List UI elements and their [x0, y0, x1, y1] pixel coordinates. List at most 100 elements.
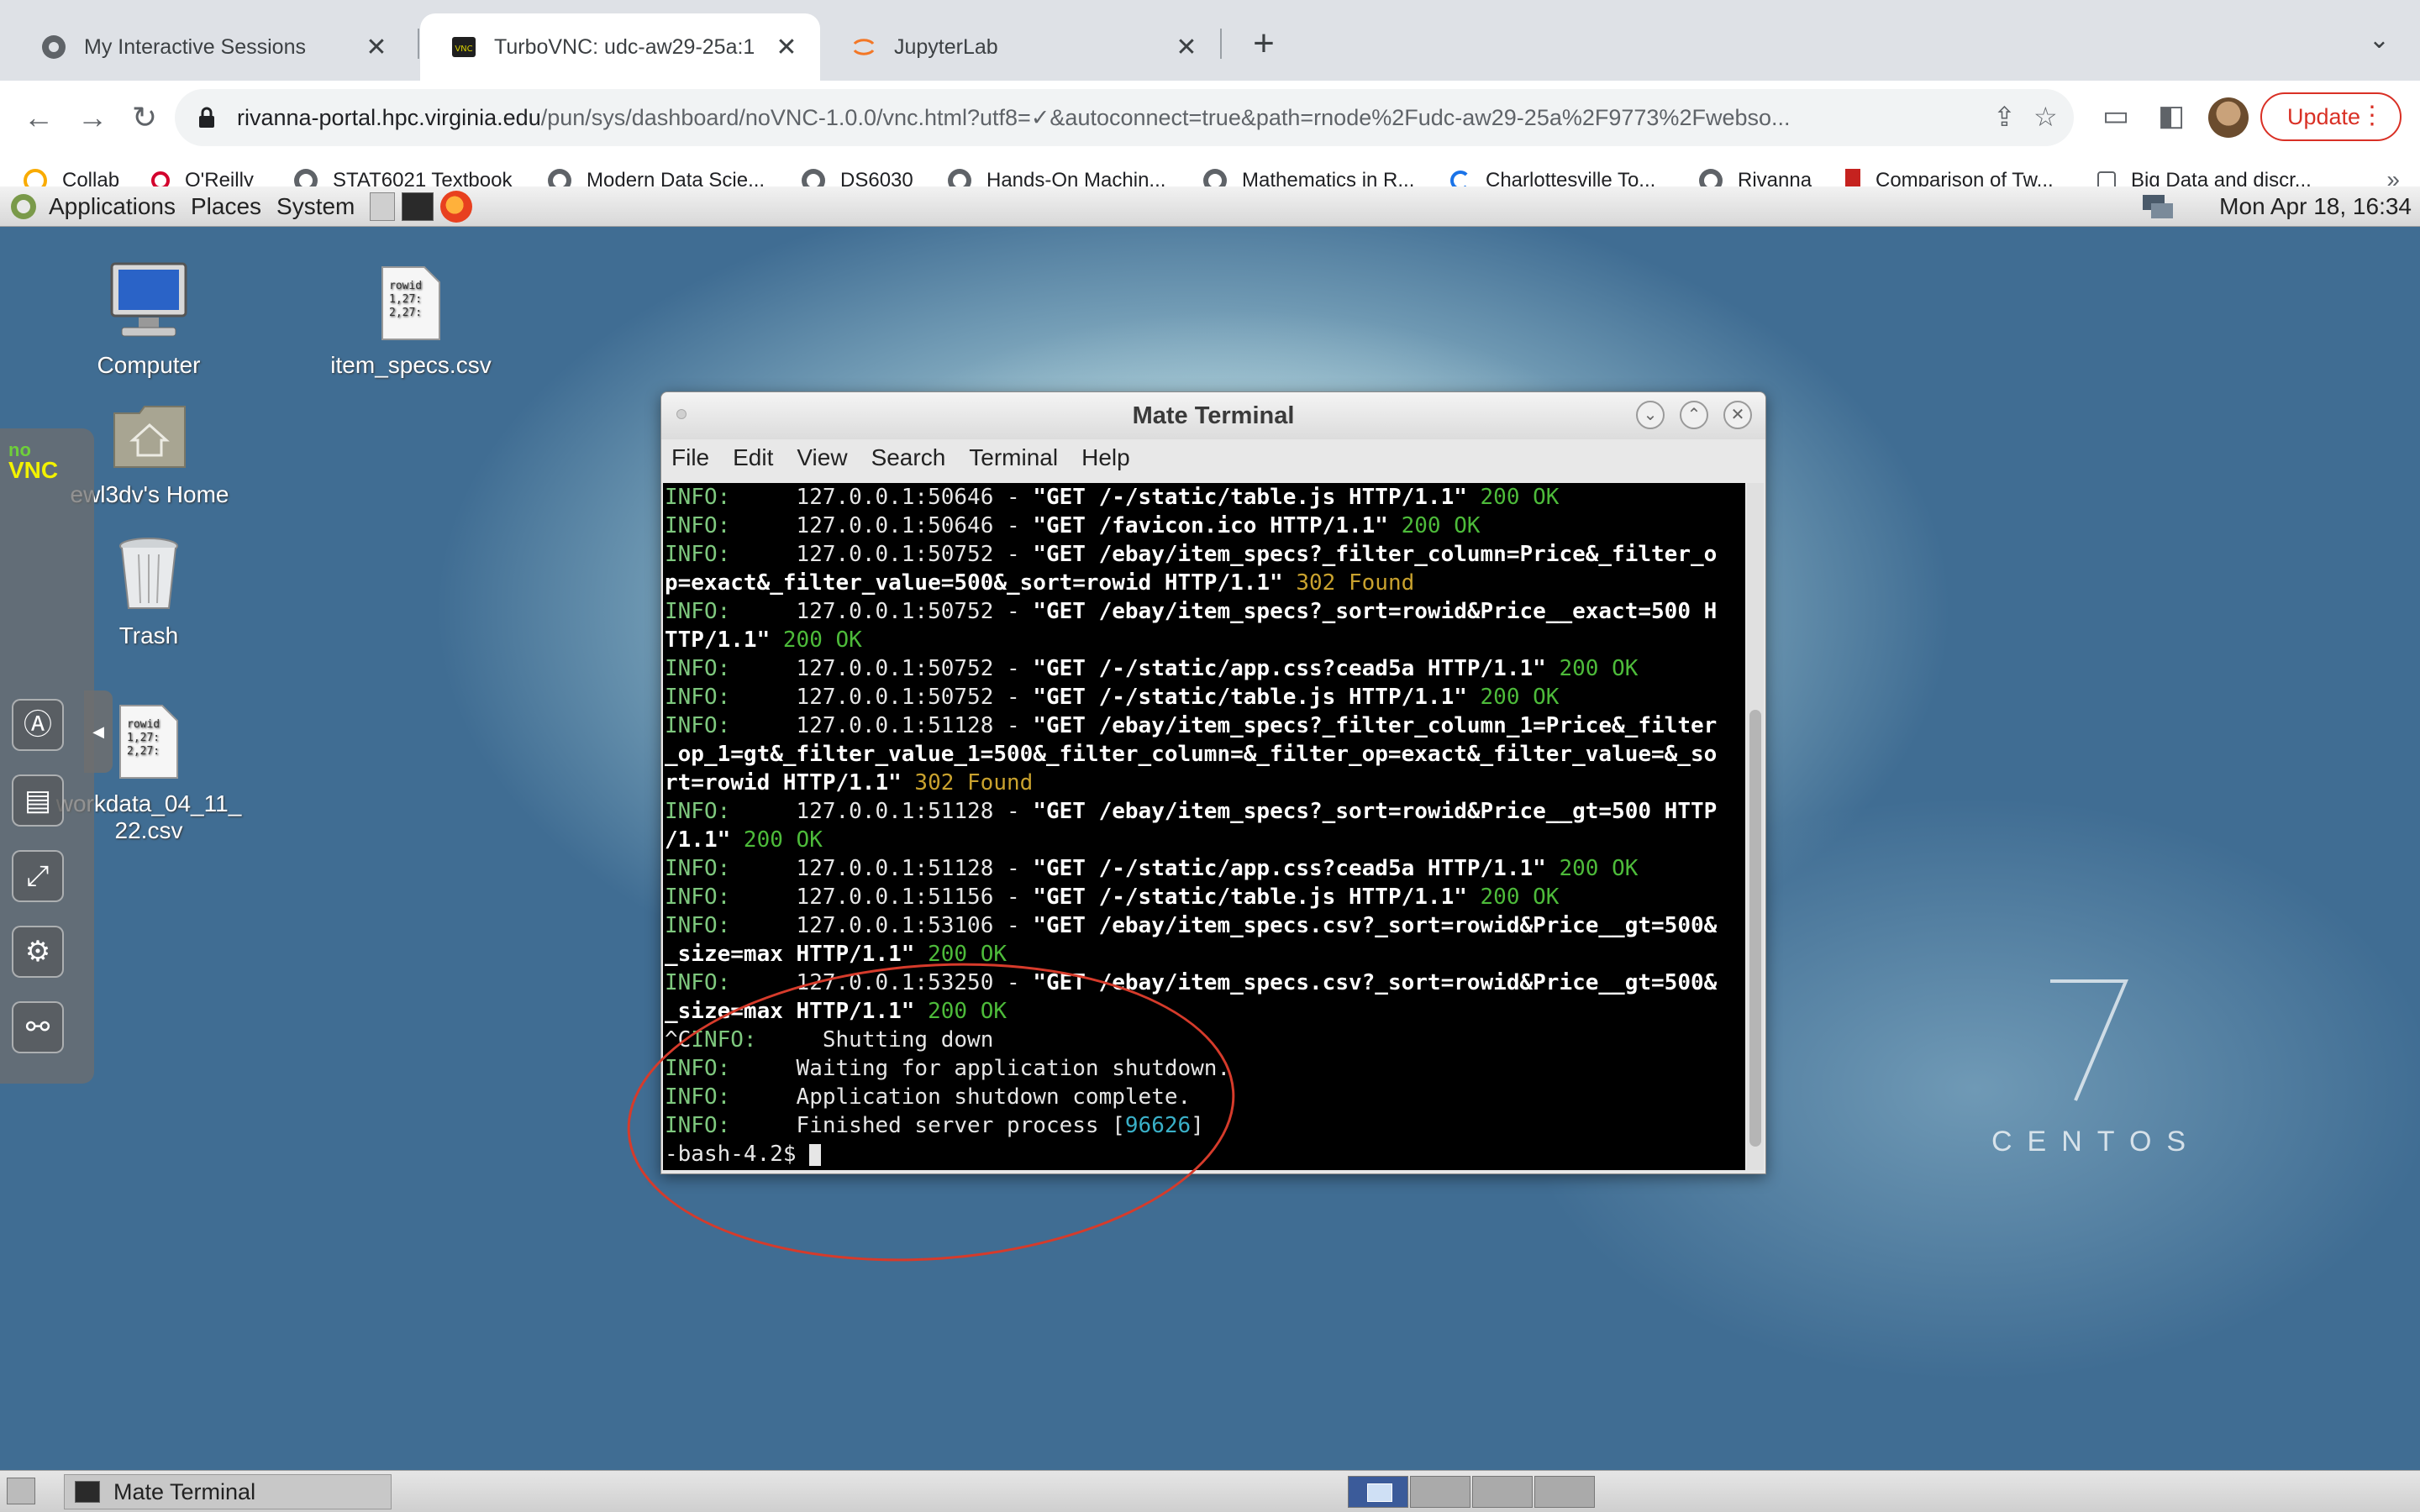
fullscreen-icon[interactable]: ⤢: [12, 850, 64, 902]
keyboard-icon[interactable]: Ⓐ: [12, 699, 64, 751]
desktop-icon-trash[interactable]: Trash: [77, 534, 220, 649]
panel-menu-applications[interactable]: Applications: [49, 193, 176, 220]
terminal-text: 127.0.0.1:50752 -: [730, 656, 1034, 681]
close-icon[interactable]: ✕: [773, 33, 800, 62]
scrollbar-thumb[interactable]: [1749, 710, 1761, 1147]
disconnect-icon[interactable]: ⚯: [12, 1001, 64, 1053]
terminal-text: INFO:: [665, 542, 731, 567]
panel-menu-system[interactable]: System: [276, 193, 355, 220]
terminal-text: 127.0.0.1:51128 -: [730, 856, 1034, 881]
reload-icon[interactable]: ↻: [123, 96, 166, 139]
avatar[interactable]: [2208, 97, 2249, 138]
mate-logo-icon[interactable]: [8, 192, 39, 222]
terminal-line: INFO: 127.0.0.1:51128 - "GET /ebay/item_…: [665, 797, 1745, 826]
terminal-text: _op_1=gt&_filter_value_1=500&_filter_col…: [665, 742, 1718, 767]
terminal-menubar: File Edit View Search Terminal Help: [661, 439, 1765, 476]
tab-turbovnc[interactable]: VNC TurboVNC: udc-aw29-25a:1 (e ✕: [420, 13, 820, 81]
terminal-line: INFO: 127.0.0.1:50752 - "GET /-/static/a…: [665, 654, 1745, 683]
back-arrow-icon[interactable]: ←: [17, 96, 60, 139]
terminal-text: "GET /favicon.ico HTTP/1.1": [1033, 513, 1388, 538]
terminal-text: 127.0.0.1:50646 -: [730, 485, 1034, 510]
terminal-text: INFO:: [665, 656, 731, 681]
gear-icon[interactable]: ⚙: [12, 926, 64, 978]
share-icon[interactable]: ⇪: [1993, 101, 2016, 133]
update-button[interactable]: Update ⋮: [2260, 92, 2402, 141]
cast-icon[interactable]: ▭: [2102, 99, 2129, 133]
desktop-icon-label: item_specs.csv: [330, 352, 492, 378]
terminal-line: rt=rowid HTTP/1.1" 302 Found: [665, 769, 1745, 797]
jupyter-icon: [853, 39, 875, 55]
browser-tab-strip: My Interactive Sessions ✕ VNC TurboVNC: …: [0, 0, 2420, 81]
taskbar-item-terminal[interactable]: Mate Terminal: [64, 1474, 392, 1509]
panel-menu-places[interactable]: Places: [191, 193, 261, 220]
tab-my-interactive-sessions[interactable]: My Interactive Sessions ✕: [10, 13, 410, 81]
terminal-text: 200 OK: [1466, 685, 1560, 710]
network-icon[interactable]: [2139, 192, 2176, 222]
menu-search[interactable]: Search: [871, 444, 946, 471]
tab-separator: [418, 29, 419, 59]
desktop-icon-computer[interactable]: Computer: [77, 259, 220, 379]
more-menu-icon[interactable]: ⋮: [2360, 101, 2385, 130]
sidepanel-icon[interactable]: ◧: [2158, 99, 2185, 133]
terminal-title: Mate Terminal: [1132, 402, 1295, 429]
close-icon[interactable]: ✕: [1723, 401, 1752, 429]
address-bar[interactable]: rivanna-portal.hpc.virginia.edu/pun/sys/…: [175, 89, 2074, 146]
terminal-line: INFO: 127.0.0.1:50646 - "GET /-/static/t…: [665, 483, 1745, 512]
menu-terminal[interactable]: Terminal: [969, 444, 1058, 471]
terminal-line: INFO: 127.0.0.1:50752 - "GET /ebay/item_…: [665, 597, 1745, 626]
desktop-icon-label-line: 22.csv: [114, 817, 183, 843]
star-icon[interactable]: ☆: [2033, 101, 2058, 133]
terminal-text: INFO:: [665, 685, 731, 710]
svg-text:rowid: rowid: [127, 718, 160, 731]
desktop-icon-label: Trash: [118, 622, 179, 648]
terminal-scrollbar[interactable]: [1747, 483, 1764, 1170]
text-editor-launcher-icon[interactable]: [370, 192, 396, 221]
new-tab-button[interactable]: +: [1240, 22, 1287, 69]
terminal-line: INFO: 127.0.0.1:51128 - "GET /-/static/a…: [665, 854, 1745, 883]
browser-toolbar: ← → ↻ rivanna-portal.hpc.virginia.edu/pu…: [0, 81, 2420, 155]
terminal-icon: [75, 1481, 100, 1503]
menu-help[interactable]: Help: [1081, 444, 1130, 471]
terminal-line: p=exact&_filter_value=500&_sort=rowid HT…: [665, 569, 1745, 597]
terminal-text: INFO:: [665, 913, 731, 938]
tab-search-button[interactable]: ⌄: [2369, 25, 2390, 55]
panel-clock[interactable]: Mon Apr 18, 16:34: [2219, 193, 2412, 220]
terminal-text: 127.0.0.1:51128 -: [730, 713, 1034, 738]
forward-arrow-icon[interactable]: →: [71, 96, 114, 139]
csv-file-icon: rowid1,27:2,27:: [119, 705, 178, 779]
terminal-text: "GET /ebay/item_specs?_filter_column=Pri…: [1033, 542, 1718, 567]
minimize-icon[interactable]: ⌄: [1636, 401, 1665, 429]
terminal-text: p=exact&_filter_value=500&_sort=rowid HT…: [665, 570, 1283, 596]
show-desktop-icon[interactable]: [7, 1478, 35, 1504]
computer-icon: [110, 262, 187, 337]
close-icon[interactable]: ✕: [1173, 33, 1200, 62]
terminal-line: _size=max HTTP/1.1" 200 OK: [665, 940, 1745, 969]
tab-jupyterlab[interactable]: JupyterLab ✕: [820, 13, 1220, 81]
terminal-text: rt=rowid HTTP/1.1": [665, 770, 902, 795]
firefox-launcher-icon[interactable]: [440, 190, 473, 223]
menu-file[interactable]: File: [671, 444, 709, 471]
terminal-titlebar[interactable]: Mate Terminal ⌄ ⌃ ✕: [661, 392, 1765, 439]
terminal-launcher-icon[interactable]: [402, 192, 434, 221]
workspace-3[interactable]: [1472, 1476, 1533, 1508]
update-label: Update: [2287, 103, 2361, 129]
terminal-text: 200 OK: [1545, 656, 1639, 681]
workspace-4[interactable]: [1534, 1476, 1595, 1508]
terminal-text: "GET /-/static/table.js HTTP/1.1": [1033, 885, 1467, 910]
terminal-text: 127.0.0.1:50646 -: [730, 513, 1034, 538]
url-text[interactable]: rivanna-portal.hpc.virginia.edu/pun/sys/…: [237, 105, 2002, 131]
workspace-1[interactable]: [1348, 1476, 1408, 1508]
clipboard-icon[interactable]: ▤: [12, 774, 64, 827]
desktop-icon-item-specs[interactable]: rowid 1,27: 2,27: item_specs.csv: [323, 264, 499, 379]
maximize-icon[interactable]: ⌃: [1680, 401, 1708, 429]
menu-view[interactable]: View: [797, 444, 847, 471]
novnc-logo: no VNC: [8, 438, 58, 482]
workspace-2[interactable]: [1410, 1476, 1470, 1508]
terminal-text: 200 OK: [770, 627, 862, 653]
menu-edit[interactable]: Edit: [733, 444, 773, 471]
terminal-text: 302 Found: [1282, 570, 1415, 596]
terminal-line: INFO: 127.0.0.1:50646 - "GET /favicon.ic…: [665, 512, 1745, 540]
novnc-bar-handle[interactable]: ◀: [84, 690, 113, 773]
close-icon[interactable]: ✕: [363, 33, 390, 62]
tab-title: TurboVNC: udc-aw29-25a:1 (e: [494, 34, 760, 59]
